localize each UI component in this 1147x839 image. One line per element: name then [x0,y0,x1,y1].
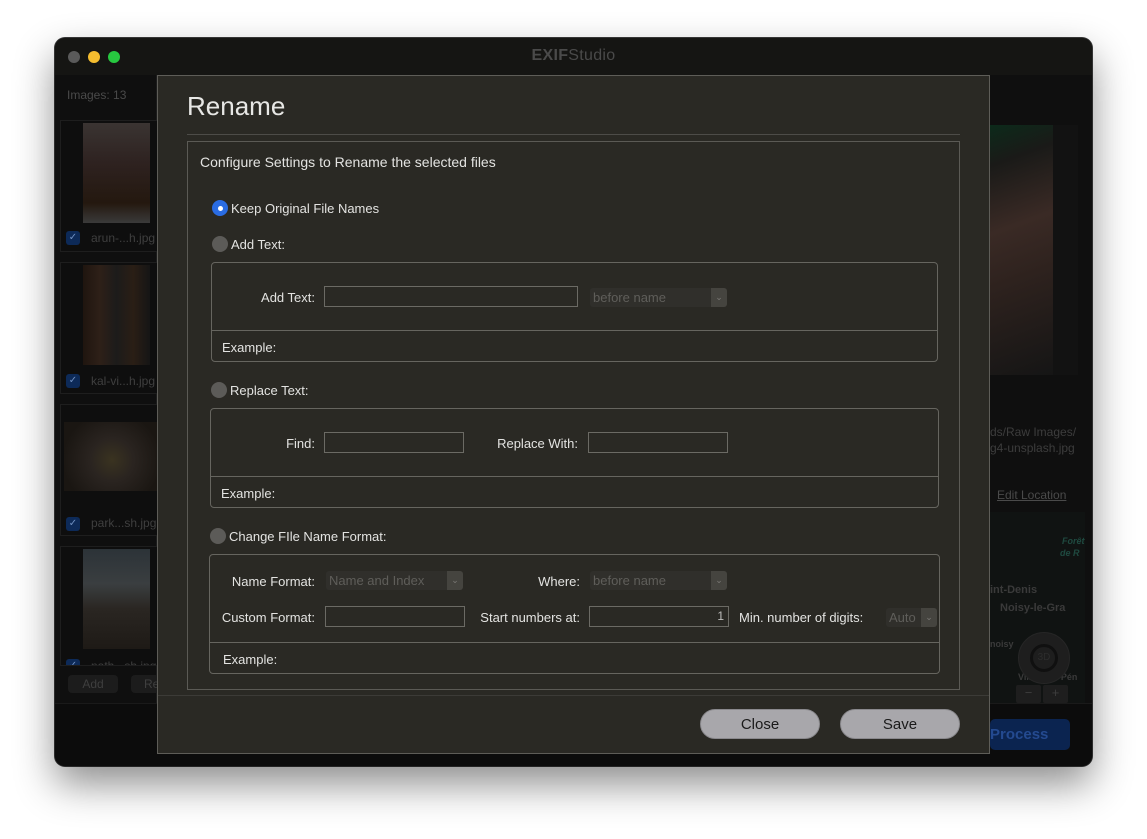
images-count: Images: 13 [67,88,127,102]
thumbnail-name: nath...sh.jpg [91,659,157,666]
replace-text-option[interactable]: Replace Text: [211,382,309,398]
format-example-label: Example: [223,652,278,667]
keep-original-option[interactable]: Keep Original File Names [212,200,379,216]
add-text-option[interactable]: Add Text: [212,236,285,252]
thumbnail-card[interactable]: ✓ kal-vi...h.jpg [60,262,160,394]
map-zoom-in-button[interactable]: + [1043,685,1068,703]
process-button[interactable]: Process [990,719,1070,750]
thumbnail-image [83,549,150,649]
3d-toggle[interactable]: 3D [1030,644,1058,672]
start-numbers-label: Start numbers at: [480,610,580,625]
chevron-down-icon: ⌄ [447,571,463,590]
preview-image [990,125,1053,375]
chevron-down-icon: ⌄ [711,288,727,307]
replace-text-group: Find: Replace With: Example: [210,408,939,508]
min-digits-value: Auto [889,610,916,625]
edit-location-link[interactable]: Edit Location [997,488,1066,502]
app-title: EXIFStudio [531,47,616,64]
close-button[interactable]: Close [700,709,820,739]
custom-format-input[interactable] [325,606,465,627]
thumbnail-checkbox[interactable]: ✓ [66,517,80,531]
keep-original-label: Keep Original File Names [231,200,380,216]
name-format-value: Name and Index [329,573,425,588]
min-digits-label: Min. number of digits: [739,610,864,625]
change-format-group: Name Format: Name and Index ⌄ Where: bef… [209,554,940,674]
chevron-down-icon: ⌄ [921,608,937,627]
add-text-example-label: Example: [222,340,277,355]
replace-with-input[interactable] [588,432,728,453]
settings-heading: Configure Settings to Rename the selecte… [200,154,496,170]
thumbnail-card[interactable]: ✓ nath...sh.jpg [60,546,160,666]
replace-example-label: Example: [221,486,276,501]
min-digits-select[interactable]: Auto ⌄ [886,608,937,627]
thumbnail-checkbox[interactable]: ✓ [66,231,80,245]
find-label: Find: [286,436,315,451]
thumbnail-name: kal-vi...h.jpg [91,374,156,388]
radio-unselected-icon[interactable] [212,236,228,252]
where-label: Where: [538,574,580,589]
preview-image-margin [1053,125,1078,375]
group-divider [211,476,938,477]
map-zoom-out-button[interactable]: − [1016,685,1041,703]
map-label: de R [1060,548,1080,558]
custom-format-label: Custom Format: [221,610,315,625]
add-images-button[interactable]: Add [68,675,118,693]
where-value: before name [593,573,666,588]
add-text-position-value: before name [593,290,666,305]
image-sidebar: Images: 13 ✓ arun-...h.jpg ✓ kal-vi...h.… [55,75,171,703]
title-bar: EXIFStudio [55,38,1092,75]
thumbnail-name: park...sh.jpg [91,516,157,530]
name-format-label: Name Format: [231,574,315,589]
settings-box: Configure Settings to Rename the selecte… [187,141,960,690]
dialog-title: Rename [187,91,286,121]
save-button[interactable]: Save [840,709,960,739]
map-label: Forêt [1062,536,1085,546]
where-select[interactable]: before name ⌄ [590,571,727,590]
file-path-line-2: g4-unsplash.jpg [990,441,1075,455]
thumbnail-image [64,422,160,491]
add-text-position-select[interactable]: before name ⌄ [590,288,727,307]
map-label: int-Denis [990,584,1038,596]
add-text-group: Add Text: before name ⌄ Example: [211,262,938,362]
detail-panel: ds/Raw Images/ g4-unsplash.jpg Edit Loca… [990,75,1092,722]
replace-with-label: Replace With: [497,436,578,451]
thumbnail-image [83,123,150,223]
add-text-field-label: Add Text: [261,290,315,305]
find-input[interactable] [324,432,464,453]
thumbnail-card[interactable]: ✓ park...sh.jpg [60,404,160,536]
thumbnail-card[interactable]: ✓ arun-...h.jpg [60,120,160,252]
group-divider [212,330,937,331]
chevron-down-icon: ⌄ [711,571,727,590]
add-text-input[interactable] [324,286,578,307]
name-format-select[interactable]: Name and Index ⌄ [326,571,463,590]
radio-unselected-icon[interactable] [211,382,227,398]
location-map[interactable]: Forêt de R int-Denis Noisy-le-Gra noisy … [990,512,1085,722]
start-numbers-input[interactable]: 1 [589,606,729,627]
radio-unselected-icon[interactable] [210,528,226,544]
map-label: Noisy-le-Gra [1000,602,1066,614]
replace-text-option-label: Replace Text: [230,382,309,398]
map-label: noisy [990,639,1014,649]
thumbnail-image [83,265,150,365]
thumbnail-checkbox[interactable]: ✓ [66,374,80,388]
footer-separator [158,695,989,696]
rename-dialog: Rename Configure Settings to Rename the … [157,75,990,754]
thumbnail-checkbox[interactable]: ✓ [66,659,80,665]
change-format-option-label: Change FIle Name Format: [229,528,387,544]
add-text-option-label: Add Text: [231,236,285,252]
file-path-line-1: ds/Raw Images/ [990,425,1077,439]
map-compass[interactable]: 3D [1018,632,1070,684]
radio-selected-icon[interactable] [212,200,228,216]
group-divider [210,642,939,643]
thumbnail-name: arun-...h.jpg [91,231,156,245]
title-separator [187,134,960,135]
change-format-option[interactable]: Change FIle Name Format: [210,528,387,544]
